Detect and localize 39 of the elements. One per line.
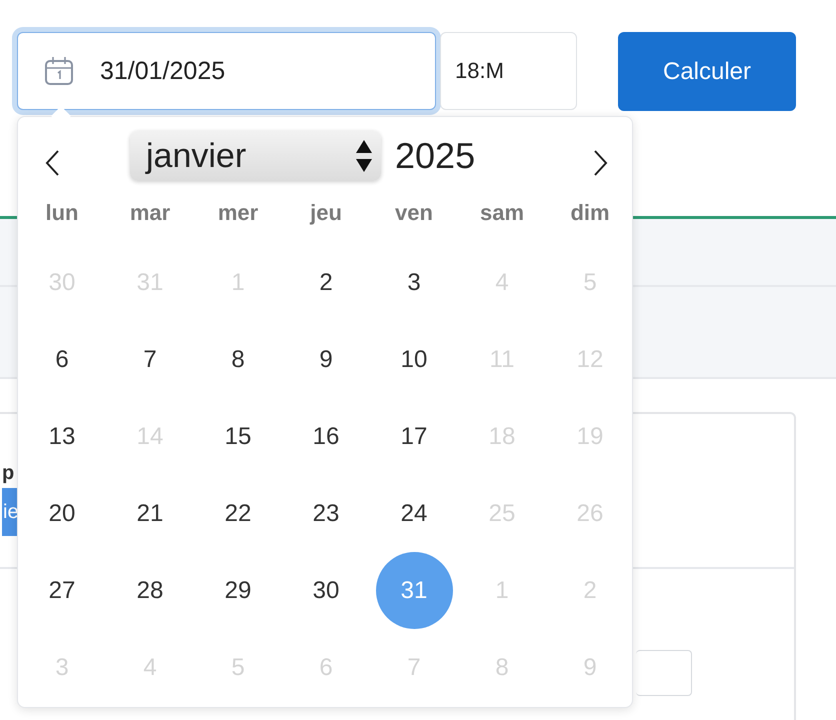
- weekday-label: mar: [128, 199, 172, 227]
- weekday-label: dim: [569, 199, 611, 227]
- weekday-label: lun: [44, 199, 80, 227]
- day-cell[interactable]: 21: [112, 475, 188, 552]
- weekday-label: ven: [394, 199, 434, 227]
- day-cell[interactable]: 17: [376, 398, 452, 475]
- day-cell[interactable]: 27: [24, 552, 100, 629]
- weekday-label: mer: [216, 199, 260, 227]
- spinner-icon: [355, 139, 373, 173]
- year-value[interactable]: 2025: [395, 135, 476, 177]
- time-value: 18:M: [455, 58, 504, 84]
- calculate-button[interactable]: Calculer: [618, 32, 796, 111]
- day-cell[interactable]: 13: [24, 398, 100, 475]
- day-cell[interactable]: 3: [376, 244, 452, 321]
- day-cell[interactable]: 16: [288, 398, 364, 475]
- weekday-label: jeu: [308, 199, 343, 227]
- day-cell[interactable]: 15: [200, 398, 276, 475]
- date-value: 31/01/2025: [100, 56, 226, 86]
- day-cell[interactable]: 10: [376, 321, 452, 398]
- previous-month-icon[interactable]: [44, 149, 60, 177]
- next-month-icon[interactable]: [593, 149, 609, 177]
- card-label: p: [2, 462, 14, 485]
- time-field[interactable]: 18:M: [440, 32, 577, 110]
- calendar-icon: [43, 55, 75, 87]
- month-select[interactable]: janvier: [130, 131, 381, 181]
- day-cell[interactable]: 6: [24, 321, 100, 398]
- day-cell[interactable]: 23: [288, 475, 364, 552]
- day-cell[interactable]: 24: [376, 475, 452, 552]
- day-cell[interactable]: 29: [200, 552, 276, 629]
- day-cell[interactable]: 30: [288, 552, 364, 629]
- day-cell[interactable]: 22: [200, 475, 276, 552]
- weekday-label: sam: [478, 199, 526, 227]
- day-cell[interactable]: 20: [24, 475, 100, 552]
- day-cell[interactable]: 8: [200, 321, 276, 398]
- day-cell[interactable]: 9: [288, 321, 364, 398]
- day-cell[interactable]: 2: [288, 244, 364, 321]
- day-cell[interactable]: 7: [112, 321, 188, 398]
- input-field[interactable]: [636, 650, 692, 696]
- day-cell[interactable]: 28: [112, 552, 188, 629]
